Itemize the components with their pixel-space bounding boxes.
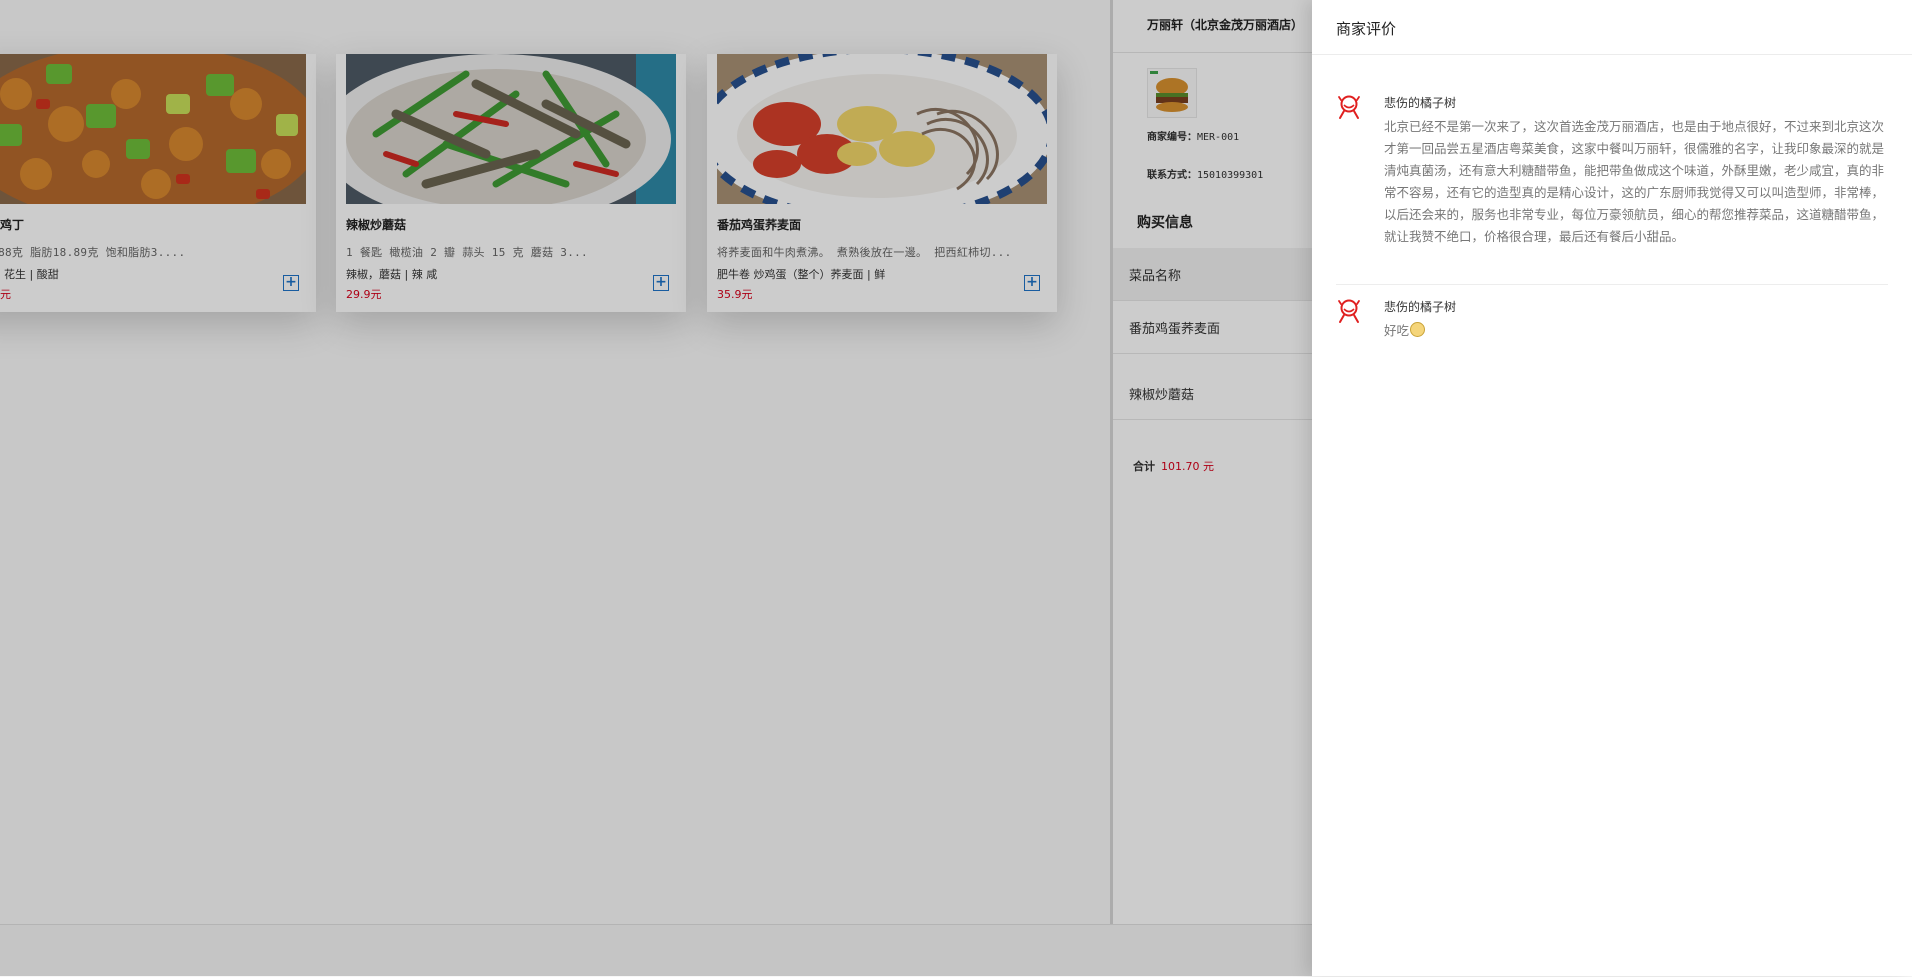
review-text-container: 好吃 bbox=[1384, 320, 1890, 342]
review-item: 悲伤的橘子树 北京已经不是第一次来了，这次首选金茂万丽酒店，也是由于地点很好，不… bbox=[1336, 94, 1888, 284]
review-text: 北京已经不是第一次来了，这次首选金茂万丽酒店，也是由于地点很好，不过来到北京这次… bbox=[1384, 119, 1885, 244]
smile-emoji-icon bbox=[1410, 322, 1426, 337]
reviewer-name: 悲伤的橘子树 bbox=[1384, 96, 1457, 110]
review-divider bbox=[1336, 284, 1888, 285]
reviewer-name: 悲伤的橘子树 bbox=[1384, 300, 1457, 314]
review-text: 好吃 bbox=[1384, 323, 1410, 338]
review-item: 悲伤的橘子树 好吃 bbox=[1336, 298, 1888, 348]
user-avatar-icon bbox=[1338, 299, 1360, 323]
drawer-title: 商家评价 bbox=[1336, 20, 1397, 38]
review-drawer: 商家评价 悲伤的橘子树 北京已经不是第一次来了，这次首选金茂万丽酒店，也是由于地… bbox=[1312, 0, 1912, 976]
user-avatar-icon bbox=[1338, 95, 1360, 119]
drawer-header: 商家评价 bbox=[1312, 0, 1912, 55]
